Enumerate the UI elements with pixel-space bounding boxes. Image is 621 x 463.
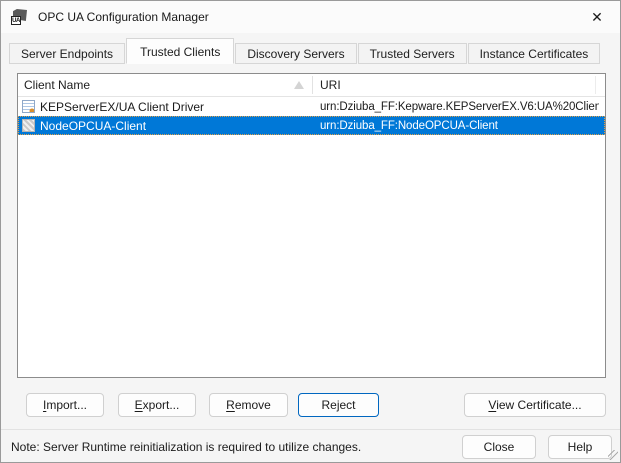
column-header-uri[interactable]: URI <box>312 78 341 92</box>
help-button[interactable]: Help <box>548 435 612 459</box>
remove-button-label: emove <box>234 398 271 412</box>
help-button-label: Help <box>567 440 593 454</box>
table-row-kepserverex[interactable]: KEPServerEX/UA Client Driver urn:Dziuba_… <box>18 97 605 116</box>
tab-server-endpoints[interactable]: Server Endpoints <box>9 43 126 64</box>
tab-trusted-servers[interactable]: Trusted Servers <box>357 43 467 64</box>
title-bar: UA OPC UA Configuration Manager <box>1 1 620 33</box>
import-button[interactable]: Import... <box>26 393 104 417</box>
table-row-nodeopcua-selected[interactable]: NodeOPCUA-Client urn:Dziuba_FF:NodeOPCUA… <box>18 116 605 135</box>
import-button-label: mport... <box>46 398 88 412</box>
tab-instance-certificates[interactable]: Instance Certificates <box>467 43 601 64</box>
remove-button-mnemonic: R <box>226 398 235 412</box>
window-close-button[interactable]: ✕ <box>574 1 620 33</box>
uri-cell: urn:Dziuba_FF:NodeOPCUA-Client <box>320 119 498 132</box>
tab-strip: Server Endpoints Trusted Clients Discove… <box>9 38 601 64</box>
reject-button[interactable]: Reject <box>298 393 379 417</box>
runtime-note-text: Note: Server Runtime reinitialization is… <box>11 440 362 454</box>
tab-discovery-servers[interactable]: Discovery Servers <box>235 43 357 64</box>
client-name-text: KEPServerEX/UA Client Driver <box>40 99 205 114</box>
column-divider[interactable] <box>595 76 596 94</box>
reject-button-label: Reject <box>321 398 356 412</box>
export-button-mnemonic: E <box>134 398 143 412</box>
app-ua-icon: UA <box>11 9 28 25</box>
certificate-icon <box>22 100 35 113</box>
opc-ua-configuration-manager-dialog: UA OPC UA Configuration Manager ✕ Server… <box>0 0 621 463</box>
close-button-label: Close <box>483 440 515 454</box>
close-button[interactable]: Close <box>462 435 536 459</box>
resize-grip[interactable] <box>608 450 618 460</box>
export-button-label: xport... <box>142 398 180 412</box>
client-name-cell: NodeOPCUA-Client <box>18 119 312 133</box>
view-certificate-button[interactable]: View Certificate... <box>464 393 606 417</box>
close-icon: ✕ <box>591 8 603 25</box>
list-header: Client Name URI <box>18 74 605 97</box>
sort-ascending-icon <box>294 81 304 89</box>
certificate-gray-icon <box>22 119 35 132</box>
app-icon-label: UA <box>11 16 21 25</box>
client-name-cell: KEPServerEX/UA Client Driver <box>18 100 312 114</box>
column-divider[interactable] <box>312 76 313 94</box>
tab-trusted-clients[interactable]: Trusted Clients <box>126 38 235 64</box>
footer-divider <box>1 429 620 430</box>
client-name-text: NodeOPCUA-Client <box>40 118 147 133</box>
export-button[interactable]: Export... <box>118 393 196 417</box>
column-header-client-name[interactable]: Client Name <box>18 78 312 92</box>
view-certificate-label: iew Certificate... <box>496 398 582 412</box>
uri-cell: urn:Dziuba_FF:Kepware.KEPServerEX.V6:UA%… <box>320 100 599 113</box>
trusted-clients-list: Client Name URI KEPServerEX/UA Client Dr… <box>17 73 606 378</box>
remove-button[interactable]: Remove <box>209 393 288 417</box>
window-title: OPC UA Configuration Manager <box>38 10 209 24</box>
